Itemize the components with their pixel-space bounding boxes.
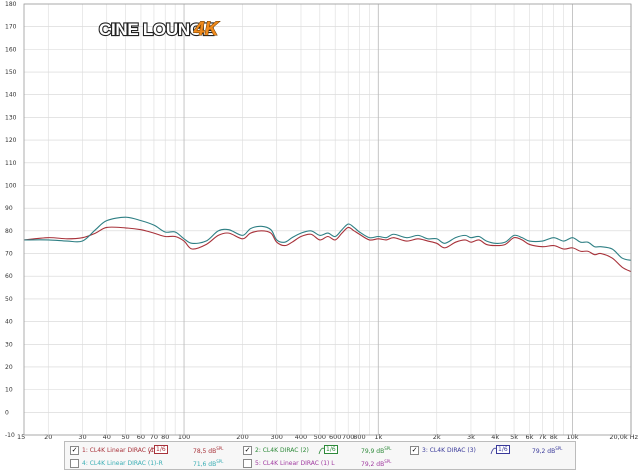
legend-label-4: 4: CL4K Linear DIRAC (1)-R [82,459,163,467]
y-tick-label: 80 [5,228,13,235]
legend-checkbox-2[interactable]: ✓ [243,445,252,455]
x-tick-label: 500 [314,433,326,440]
chart-series [23,216,632,273]
legend-item-2[interactable]: ✓ 2: CL4K DIRAC (2) [243,444,309,456]
x-tick-label: 800 [353,433,365,440]
x-tick-label: 600 [329,433,341,440]
x-tick-label: 50 [121,433,129,440]
x-tick-label: 300 [271,433,283,440]
y-tick-label: 30 [5,341,13,348]
smoothing-control-2[interactable]: 1/6 [318,445,338,455]
series-line-1 [23,226,632,273]
y-tick-label: 10 [5,387,13,394]
x-tick-label: 10k [567,433,579,440]
chart-grid [24,3,632,436]
x-tick-label: 7k [538,433,546,440]
legend-checkbox-3[interactable]: ✓ [410,445,419,455]
x-tick-label: 5k [510,433,518,440]
y-tick-label: 150 [5,69,17,76]
y-tick-label: 120 [5,137,17,144]
x-axis-ticks: 15 20 30 40 50 60 70 80 100 200 300 400 500 600 700800… [17,433,639,440]
legend-level-3: 79,2 dBSPL [532,446,563,455]
y-tick-label: 100 [5,182,17,189]
legend-level-2: 79,9 dBSPL [361,446,392,455]
y-tick-label: 0 [5,409,9,416]
smoothing-control-3[interactable]: 1/6 [490,445,510,455]
y-tick-label: 180 [5,1,17,8]
legend-item-3[interactable]: ✓ 3: CL4K DIRAC (3) [410,444,476,456]
x-tick-label: 400 [295,433,307,440]
x-tick-label: 3k [467,433,475,440]
x-tick-label: 30 [78,433,86,440]
x-tick-label: 100 [178,433,190,440]
legend-label-1: 1: CL4K Linear DIRAC (1) [82,446,157,454]
y-axis-ticks: -10 0 10 20 30 40 50 60 70 80 90 100 110 120 130 140 150… [5,1,17,439]
smoothing-control-1[interactable]: 1/6 [148,445,168,455]
x-tick-label: 70 [150,433,158,440]
legend-item-4[interactable]: 4: CL4K Linear DIRAC (1)-R [70,457,163,469]
y-tick-label: 90 [5,205,13,212]
legend-panel: ✓ 1: CL4K Linear DIRAC (1) 1/6 78,5 dBSP… [64,441,576,470]
x-tick-label: 60 [137,433,145,440]
x-tick-label: 80 [161,433,169,440]
x-tick-label: 20 [44,433,52,440]
y-tick-label: 40 [5,319,13,326]
y-tick-label: 160 [5,46,17,53]
y-tick-label: 50 [5,296,13,303]
y-tick-label: -10 [5,432,15,439]
y-tick-label: 110 [5,160,17,167]
y-tick-label: 140 [5,92,17,99]
cine-lounge-logo: CINE LOUNGE 4K [98,19,220,41]
x-tick-label: 20,0k Hz [609,433,638,440]
legend-label-3: 3: CL4K DIRAC (3) [422,446,476,454]
legend-label-5: 5: CL4K Linear DIRAC (1) L [255,459,335,467]
y-tick-label: 170 [5,24,17,31]
x-tick-label: 2k [433,433,441,440]
x-tick-label: 200 [236,433,248,440]
smoothing-value-2: 1/6 [324,445,338,454]
series-line-2 [23,216,632,261]
legend-checkbox-4[interactable] [70,458,79,468]
y-tick-label: 60 [5,273,13,280]
x-tick-label: 8k [550,433,558,440]
legend-checkbox-1[interactable]: ✓ [70,445,79,455]
legend-item-5[interactable]: 5: CL4K Linear DIRAC (1) L [243,457,335,469]
legend-level-4: 71,6 dBSPL [193,459,224,468]
frequency-response-chart: -100102030405060708090100110120130140150… [5,1,639,440]
x-tick-label: 40 [103,433,111,440]
y-tick-label: 70 [5,251,13,258]
plot-frame [23,3,632,436]
legend-level-1: 78,5 dBSPL [193,446,224,455]
legend-level-5: 79,2 dBSPL [361,459,392,468]
y-tick-label: 130 [5,114,17,121]
smoothing-value-1: 1/6 [154,445,168,454]
x-tick-label: 6k [525,433,533,440]
x-tick-label: 4k [491,433,499,440]
x-tick-label: 1k [374,433,382,440]
smoothing-value-3: 1/6 [496,445,510,454]
legend-checkbox-5[interactable] [243,458,252,468]
legend-item-1[interactable]: ✓ 1: CL4K Linear DIRAC (1) [70,444,156,456]
legend-label-2: 2: CL4K DIRAC (2) [255,446,309,454]
svg-text:4K: 4K [193,19,220,40]
y-tick-label: 20 [5,364,13,371]
